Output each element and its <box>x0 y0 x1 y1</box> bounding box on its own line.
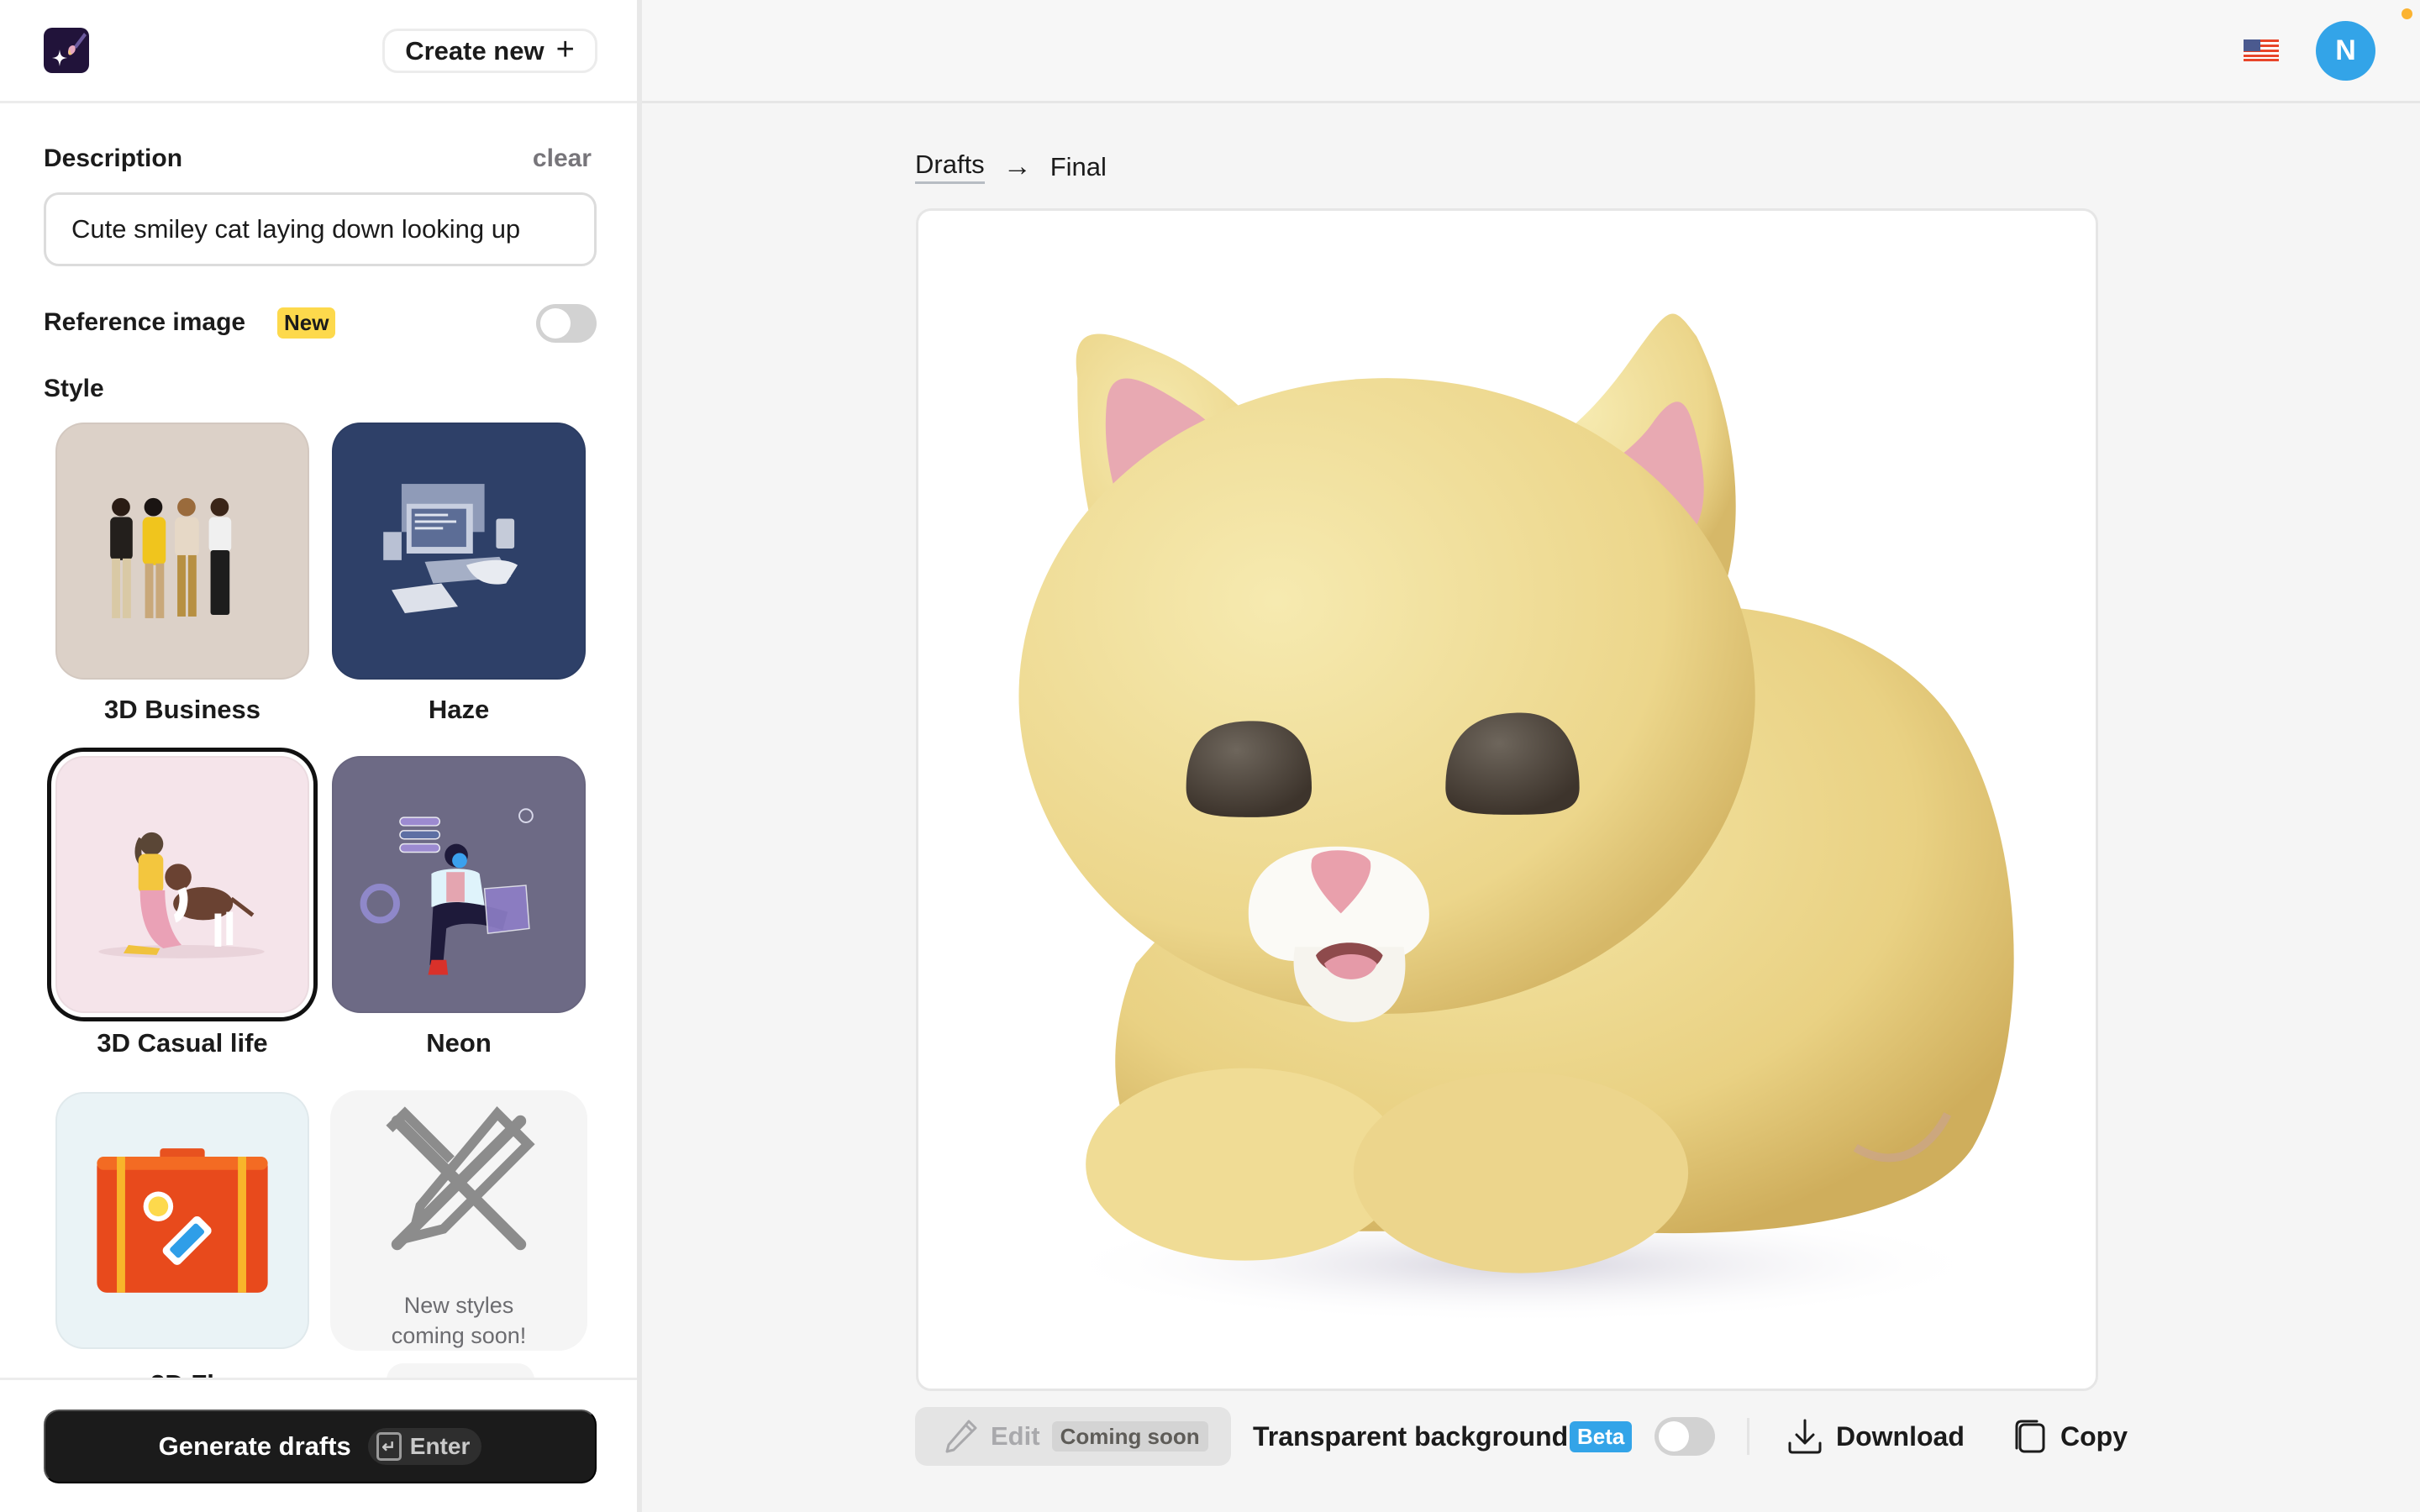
top-bar <box>642 0 2420 103</box>
copy-icon <box>2015 1420 2045 1453</box>
3d-business-thumbnail <box>110 497 232 618</box>
style-tile-label: Neon <box>426 1028 492 1058</box>
arrow-right-icon: → <box>1002 150 1032 182</box>
sidebar-header: Create new + <box>0 0 637 103</box>
toolbar-divider <box>1747 1418 1749 1455</box>
breadcrumb-drafts[interactable]: Drafts <box>915 150 985 184</box>
sidebar-footer: Generate drafts ↵ Enter <box>0 1378 637 1512</box>
sidebar: Create new + Description clear Reference… <box>0 0 642 1512</box>
haze-thumbnail <box>383 484 518 614</box>
plus-icon: + <box>555 32 575 67</box>
app-logo[interactable] <box>44 28 89 73</box>
breadcrumb: Drafts → Final <box>915 150 1107 184</box>
transparent-background-toggle[interactable] <box>1655 1417 1715 1456</box>
download-label: Download <box>1836 1420 1965 1452</box>
description-input[interactable] <box>44 192 597 266</box>
style-grid: 3D Business Haze 3D Casual life Neon New… <box>0 416 637 1378</box>
breadcrumb-final: Final <box>1050 151 1107 181</box>
description-label: Description <box>44 144 183 172</box>
create-new-button[interactable]: Create new + <box>382 29 597 73</box>
generate-drafts-button[interactable]: Generate drafts ↵ Enter <box>44 1410 597 1483</box>
suitcase-thumbnail <box>97 1148 268 1293</box>
3d-casual-life-thumbnail <box>98 832 265 958</box>
style-tile-placeholder <box>387 1363 534 1378</box>
style-tile-label: 3D Business <box>103 695 261 724</box>
style-tile-coming-soon: New styles coming soon! <box>330 1090 587 1351</box>
reference-image-label: Reference image <box>44 308 246 336</box>
generated-image <box>916 208 2098 1391</box>
design-tools-icon <box>386 1106 535 1251</box>
download-button[interactable]: Download <box>1787 1415 1965 1457</box>
notification-dot <box>2402 8 2412 19</box>
generate-drafts-label: Generate drafts <box>158 1431 351 1461</box>
style-tile-label: 3D Fl <box>44 1369 321 1378</box>
style-tile-label: Haze <box>428 695 490 724</box>
edit-label: Edit <box>991 1421 1040 1451</box>
clear-description-button[interactable]: clear <box>533 144 592 173</box>
coming-soon-text: New styles coming soon! <box>392 1290 527 1351</box>
paintbrush-sparkle-icon <box>52 33 87 66</box>
download-icon <box>1788 1419 1822 1454</box>
style-label: Style <box>44 375 104 402</box>
beta-badge: Beta <box>1570 1421 1633 1452</box>
coming-soon-badge: Coming soon <box>1051 1421 1208 1452</box>
create-new-label: Create new <box>405 35 544 66</box>
style-tile-3d-business[interactable] <box>55 423 309 680</box>
copy-label: Copy <box>2060 1420 2128 1452</box>
toggle-knob <box>540 308 571 339</box>
pencil-icon <box>945 1420 977 1453</box>
transparent-background-label: Transparent background <box>1253 1421 1569 1452</box>
reference-image-toggle[interactable] <box>536 304 597 343</box>
coming-soon-line-1: New styles <box>403 1293 514 1318</box>
edit-button[interactable]: Edit Coming soon <box>915 1407 1231 1466</box>
copy-button[interactable]: Copy <box>2012 1415 2128 1457</box>
keyboard-shortcut: ↵ Enter <box>367 1428 482 1465</box>
shortcut-label: Enter <box>409 1433 471 1459</box>
yellow-cat-illustration <box>1018 313 2014 1324</box>
style-tile-neon[interactable] <box>332 756 586 1013</box>
style-tile-label: 3D Casual life <box>97 1028 268 1058</box>
style-tile-3d-casual-life[interactable] <box>47 748 318 1021</box>
style-tile-haze[interactable] <box>332 423 586 680</box>
style-tile-3d-flat[interactable] <box>55 1092 309 1349</box>
us-flag-icon[interactable] <box>2244 39 2279 61</box>
image-toolbar: Edit Coming soon Transparent background … <box>915 1407 2133 1466</box>
coming-soon-line-2: coming soon! <box>391 1323 527 1348</box>
neon-thumbnail <box>360 808 534 975</box>
new-badge: New <box>277 307 336 339</box>
user-avatar[interactable]: N <box>2316 21 2375 81</box>
toggle-knob <box>1659 1421 1689 1452</box>
return-key-icon: ↵ <box>376 1432 402 1461</box>
